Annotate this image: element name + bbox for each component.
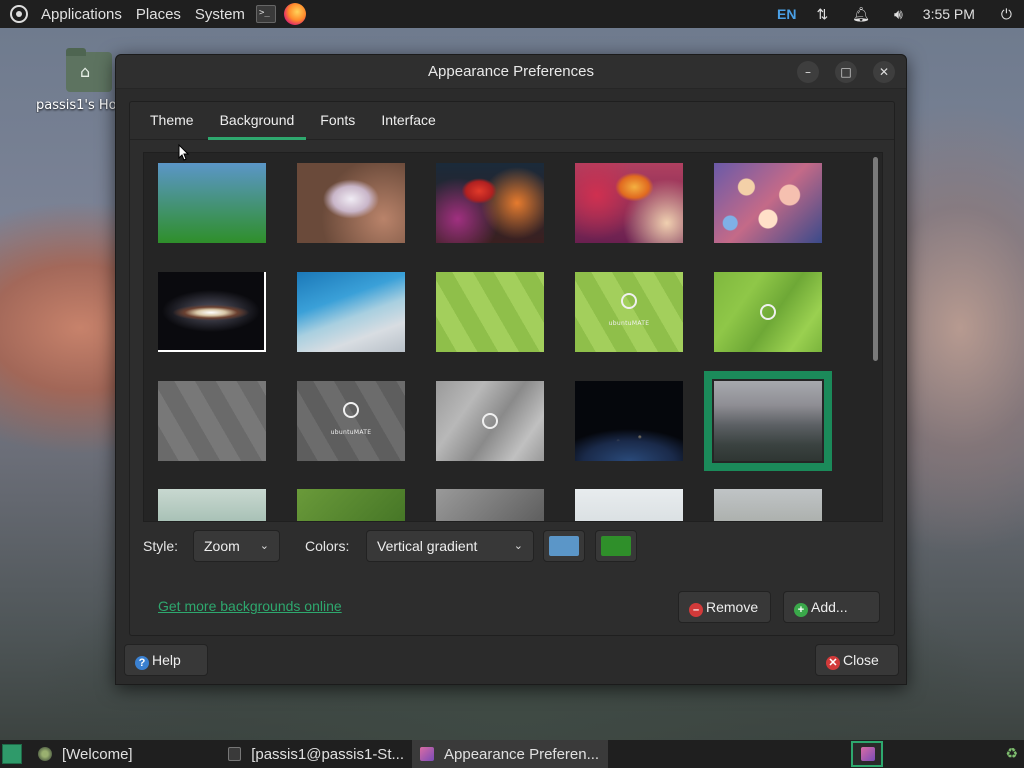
- tab-fonts[interactable]: Fonts: [308, 102, 367, 140]
- top-panel: Applications Places System >_ EN ⇅ 🔔︎ 🔊︎…: [0, 0, 1024, 28]
- wallpaper-thumbnail[interactable]: [436, 489, 544, 521]
- bottom-panel: [Welcome] [passis1@passis1-St... Appeara…: [0, 740, 1024, 768]
- colors-dropdown[interactable]: Vertical gradient ⌄: [366, 530, 534, 562]
- ubuntu-mate-text: ubuntuMATE: [330, 429, 372, 436]
- taskbar-item-terminal[interactable]: [passis1@passis1-St...: [220, 740, 412, 768]
- workspace-switcher[interactable]: [851, 741, 883, 767]
- ubuntu-mate-logo-icon: [482, 413, 498, 429]
- tab-bar: Theme Background Fonts Interface: [130, 102, 894, 140]
- preferences-notebook: Theme Background Fonts Interface ubuntuM…: [129, 101, 895, 636]
- chevron-down-icon: ⌄: [259, 540, 269, 552]
- wallpaper-thumbnail[interactable]: [436, 381, 544, 461]
- wallpaper-thumbnail[interactable]: [436, 163, 544, 243]
- places-menu[interactable]: Places: [129, 0, 188, 28]
- primary-color-swatch: [549, 536, 579, 556]
- wallpaper-thumbnail[interactable]: [158, 381, 266, 461]
- tab-theme[interactable]: Theme: [138, 102, 206, 140]
- window-titlebar[interactable]: Appearance Preferences – □ ✕: [116, 55, 906, 89]
- keyboard-layout-indicator[interactable]: EN: [769, 6, 804, 22]
- taskbar-item-appearance[interactable]: Appearance Preferen...: [412, 740, 608, 768]
- mouse-cursor-icon: [178, 143, 190, 162]
- wallpaper-thumbnail[interactable]: [714, 272, 822, 352]
- minimize-button[interactable]: –: [797, 61, 819, 83]
- background-gallery: ubuntuMATE ubuntuMATE: [143, 152, 883, 522]
- wallpaper-thumbnail[interactable]: [158, 489, 266, 521]
- terminal-launcher-icon[interactable]: >_: [255, 5, 276, 23]
- add-icon: +: [794, 603, 808, 617]
- top-panel-tray: EN ⇅ 🔔︎ 🔊︎ 3:55 PM ⏻: [769, 0, 1024, 28]
- gallery-scrollbar[interactable]: [873, 157, 878, 361]
- help-button-label: Help: [152, 652, 181, 668]
- wallpaper-thumbnail[interactable]: [297, 489, 405, 521]
- secondary-color-button[interactable]: [595, 530, 637, 562]
- ubuntu-mate-logo-icon: [760, 304, 776, 320]
- ubuntu-mate-logo-icon: [621, 292, 637, 309]
- close-icon: ✕: [826, 656, 840, 670]
- system-menu[interactable]: System: [188, 0, 252, 28]
- wallpaper-thumbnail[interactable]: [297, 163, 405, 243]
- wallpaper-thumbnail[interactable]: [714, 489, 822, 521]
- appearance-tray-icon: [861, 747, 875, 761]
- help-button[interactable]: ? Help: [124, 644, 208, 676]
- wallpaper-thumbnail[interactable]: [575, 381, 683, 461]
- taskbar-item-label: [passis1@passis1-St...: [251, 745, 404, 763]
- ubuntu-mate-text: ubuntuMATE: [608, 320, 650, 327]
- close-window-button[interactable]: ✕: [873, 61, 895, 83]
- clock[interactable]: 3:55 PM: [915, 6, 989, 22]
- appearance-app-icon: [420, 747, 434, 761]
- remove-button[interactable]: – Remove: [678, 591, 772, 623]
- add-button[interactable]: + Add...: [783, 591, 880, 623]
- firefox-launcher-icon[interactable]: [283, 3, 306, 25]
- wallpaper-thumbnail-selected[interactable]: [704, 371, 832, 471]
- welcome-app-icon: [38, 747, 52, 761]
- wallpaper-thumbnail[interactable]: [158, 272, 266, 352]
- style-label: Style:: [143, 538, 179, 554]
- tab-interface[interactable]: Interface: [369, 102, 447, 140]
- home-folder-label: passis1's Ho: [36, 98, 116, 113]
- ubuntu-logo-icon[interactable]: [10, 5, 28, 23]
- applications-menu[interactable]: Applications: [34, 0, 129, 28]
- taskbar-item-welcome[interactable]: [Welcome]: [30, 740, 220, 768]
- wallpaper-thumbnail[interactable]: ubuntuMATE: [575, 272, 683, 352]
- trash-icon[interactable]: ♻: [1005, 745, 1018, 762]
- wallpaper-thumbnail[interactable]: ubuntuMATE: [297, 381, 405, 461]
- show-desktop-button[interactable]: [2, 744, 22, 764]
- colors-label: Colors:: [305, 538, 350, 554]
- window-title: Appearance Preferences: [428, 63, 594, 80]
- taskbar-item-label: Appearance Preferen...: [444, 745, 600, 763]
- wallpaper-thumbnail[interactable]: [575, 489, 683, 521]
- help-icon: ?: [135, 656, 149, 670]
- remove-button-label: Remove: [706, 599, 759, 615]
- get-more-backgrounds-link[interactable]: Get more backgrounds online: [158, 598, 342, 614]
- notification-bell-icon[interactable]: 🔔︎: [840, 6, 882, 23]
- add-button-label: Add...: [811, 599, 848, 615]
- close-button-label: Close: [843, 652, 879, 668]
- terminal-app-icon: [228, 747, 242, 761]
- taskbar-item-label: [Welcome]: [62, 745, 133, 763]
- wallpaper-thumbnail[interactable]: [575, 163, 683, 243]
- wallpaper-thumbnail[interactable]: [714, 163, 822, 243]
- chevron-down-icon: ⌄: [513, 540, 523, 552]
- maximize-button[interactable]: □: [835, 61, 857, 83]
- secondary-color-swatch: [601, 536, 631, 556]
- appearance-preferences-window: Appearance Preferences – □ ✕ Theme Backg…: [115, 54, 907, 685]
- folder-icon: ⌂: [66, 48, 112, 92]
- colors-dropdown-value: Vertical gradient: [377, 538, 478, 554]
- network-icon[interactable]: ⇅: [804, 6, 840, 23]
- style-dropdown[interactable]: Zoom ⌄: [193, 530, 280, 562]
- style-colors-row: Style: Zoom ⌄ Colors: Vertical gradient …: [130, 530, 896, 564]
- ubuntu-mate-logo-icon: [343, 401, 359, 418]
- wallpaper-thumbnail[interactable]: [436, 272, 544, 352]
- wallpaper-thumbnail[interactable]: [297, 272, 405, 352]
- primary-color-button[interactable]: [543, 530, 585, 562]
- style-dropdown-value: Zoom: [204, 538, 240, 554]
- close-button[interactable]: ✕ Close: [815, 644, 899, 676]
- power-icon[interactable]: ⏻: [989, 6, 1024, 23]
- home-icon: ⌂: [80, 62, 91, 81]
- wallpaper-thumbnail[interactable]: [158, 163, 266, 243]
- remove-icon: –: [689, 603, 703, 617]
- tab-background[interactable]: Background: [207, 102, 307, 140]
- volume-icon[interactable]: 🔊︎: [882, 6, 915, 23]
